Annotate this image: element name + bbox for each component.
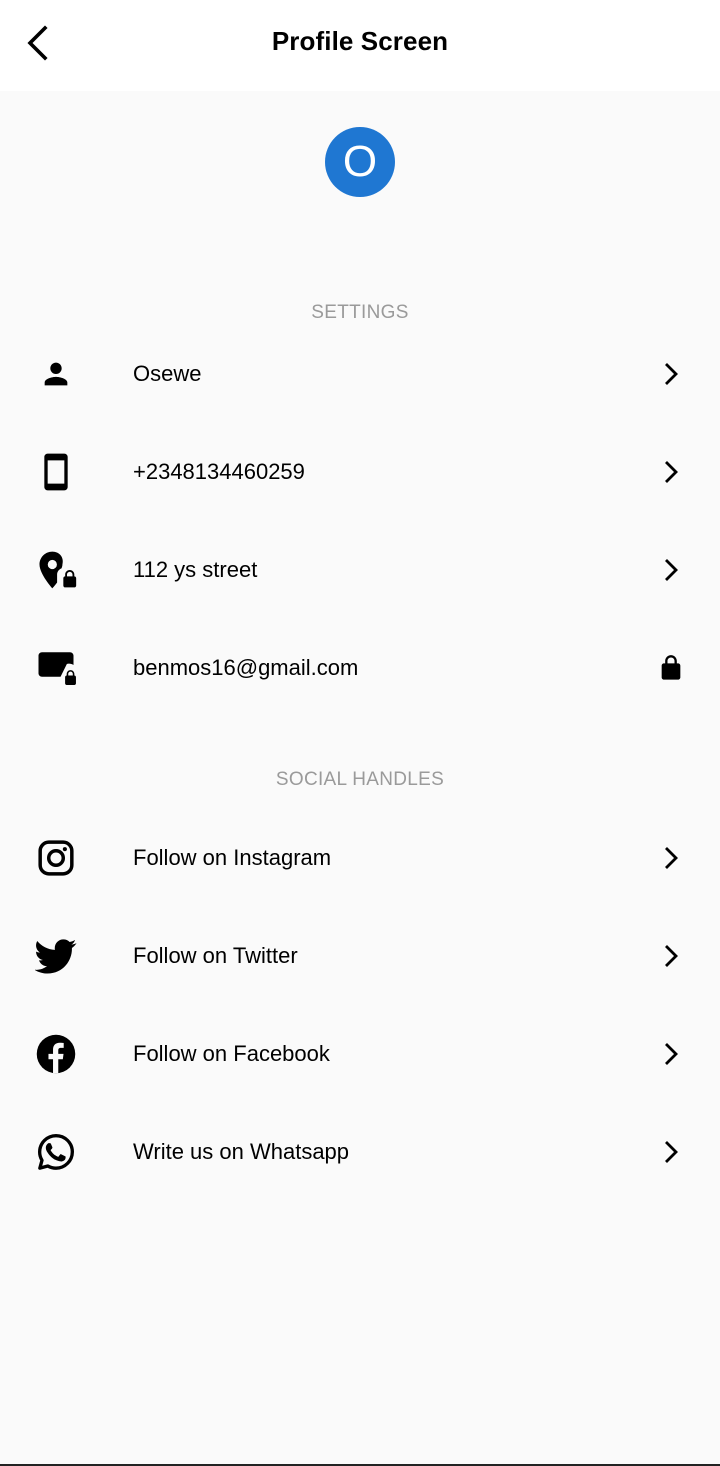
location-lock-icon xyxy=(32,546,80,594)
settings-section-header: SETTINGS xyxy=(311,302,409,323)
chevron-right-icon xyxy=(656,843,686,873)
instagram-icon xyxy=(32,834,80,882)
chevron-right-icon xyxy=(656,359,686,389)
social-item-twitter[interactable]: Follow on Twitter xyxy=(0,907,720,1005)
settings-item-label: +2348134460259 xyxy=(133,459,305,484)
person-icon xyxy=(32,350,80,398)
social-item-whatsapp[interactable]: Write us on Whatsapp xyxy=(0,1103,720,1201)
app-bar: Profile Screen xyxy=(0,0,720,91)
social-item-label: Follow on Facebook xyxy=(133,1041,330,1066)
chevron-right-icon xyxy=(656,941,686,971)
settings-item-email[interactable]: benmos16@gmail.com xyxy=(0,619,720,717)
social-item-label: Follow on Instagram xyxy=(133,845,332,870)
social-item-label: Write us on Whatsapp xyxy=(133,1139,350,1164)
social-item-instagram[interactable]: Follow on Instagram xyxy=(0,809,720,907)
email-lock-icon xyxy=(32,644,80,692)
social-item-label: Follow on Twitter xyxy=(133,943,298,968)
chevron-right-icon xyxy=(656,457,686,487)
social-section-header: SOCIAL HANDLES xyxy=(275,769,445,790)
facebook-icon xyxy=(32,1030,80,1078)
whatsapp-icon xyxy=(32,1128,80,1176)
social-item-facebook[interactable]: Follow on Facebook xyxy=(0,1005,720,1103)
chevron-right-icon xyxy=(656,1039,686,1069)
page-title: Profile Screen xyxy=(271,26,449,56)
settings-item-name[interactable]: Osewe xyxy=(0,325,720,423)
settings-item-label: benmos16@gmail.com xyxy=(133,655,359,680)
twitter-icon xyxy=(32,932,80,980)
settings-item-address[interactable]: 112 ys street xyxy=(0,521,720,619)
phone-icon xyxy=(32,448,80,496)
chevron-right-icon xyxy=(656,555,686,585)
settings-item-label: Osewe xyxy=(133,361,202,386)
settings-item-phone[interactable]: +2348134460259 xyxy=(0,423,720,521)
lock-icon xyxy=(656,653,686,683)
avatar[interactable]: O xyxy=(325,127,395,197)
settings-item-label: 112 ys street xyxy=(133,557,258,582)
chevron-right-icon xyxy=(656,1137,686,1167)
